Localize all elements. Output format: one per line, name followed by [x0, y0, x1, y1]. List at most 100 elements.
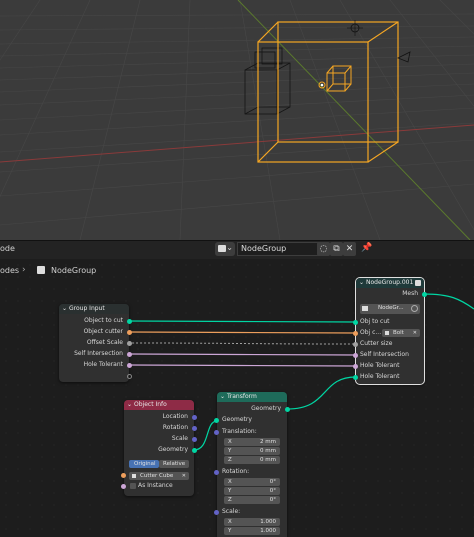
socket-label: Scale: [222, 508, 241, 515]
node-editor-header: ode ⌄ NodeGroup ◌ ⧉ ✕ 📌 [0, 240, 474, 259]
node-title: NodeGroup.001 [366, 279, 414, 286]
link-object-to-cut [127, 320, 357, 323]
node-title: Object Info [134, 401, 167, 408]
mode-relative-button[interactable]: Relative [159, 460, 189, 468]
translation-x-field[interactable]: X2 mm [224, 438, 280, 446]
node-editor-canvas[interactable]: odes › NodeGroup ⌄ Group Input Object to… [0, 259, 474, 537]
object-socket[interactable] [127, 330, 132, 335]
socket-label: Location [162, 413, 188, 420]
node-header[interactable]: ⌄ NodeGroup.001 [356, 278, 424, 288]
group-input-node[interactable]: ⌄ Group Input Object to cut Object cutte… [59, 304, 132, 382]
close-icon: ✕ [345, 244, 354, 254]
boolean-socket[interactable] [353, 353, 358, 358]
nodegroup-selector-field[interactable]: NodeGr... [360, 304, 420, 314]
editor-type-label[interactable]: ode [0, 244, 15, 253]
boolean-socket[interactable] [127, 352, 132, 357]
mode-original-button[interactable]: Original [129, 460, 159, 468]
viewport-scene [0, 0, 474, 240]
as-instance-checkbox[interactable] [130, 483, 136, 489]
link-objinfo-geometry [193, 420, 218, 451]
socket-label: Geometry [251, 405, 281, 412]
close-icon[interactable]: ✕ [182, 472, 186, 480]
nodegroup-browse-button[interactable]: ⌄ [215, 242, 235, 256]
socket-label: Scale [171, 435, 188, 442]
node-title: Group Input [69, 305, 105, 312]
boolean-socket[interactable] [127, 363, 132, 368]
chevron-down-icon: ⌄ [359, 279, 365, 286]
chevron-right-icon: › [22, 265, 26, 275]
socket-label: Rotation: [222, 468, 250, 475]
unlink-button[interactable]: ✕ [343, 242, 356, 256]
socket-label: Cutter size [360, 340, 393, 347]
geometry-socket[interactable] [192, 448, 197, 453]
socket-label: Obj to cut [360, 318, 390, 325]
translation-y-field[interactable]: Y0 mm [224, 447, 280, 455]
vector-socket[interactable] [214, 510, 219, 515]
geometry-socket[interactable] [422, 292, 427, 297]
chevron-down-icon: ⌄ [220, 393, 226, 400]
object-socket[interactable] [121, 473, 126, 478]
chevron-down-icon: ⌄ [226, 243, 233, 252]
empty-socket[interactable] [127, 374, 132, 379]
socket-label: Geometry [158, 446, 188, 453]
rotation-z-field[interactable]: Z 0° [224, 496, 280, 504]
scale-x-field[interactable]: X 1.000 [224, 518, 280, 526]
rotation-y-field[interactable]: Y 0° [224, 487, 280, 495]
geometry-socket[interactable] [353, 375, 358, 380]
socket-label: Hole Tolerant [360, 362, 400, 369]
object-icon [132, 474, 136, 478]
object-icon [385, 331, 389, 335]
close-icon[interactable]: ✕ [413, 329, 417, 337]
boolean-socket[interactable] [121, 484, 126, 489]
socket-label: Hole Tolerant [360, 373, 400, 380]
vector-socket[interactable] [192, 437, 197, 442]
socket-label: Hole Tolerant [83, 361, 123, 368]
breadcrumb-item-nodegroup[interactable]: NodeGroup [51, 266, 96, 275]
vector-socket[interactable] [192, 415, 197, 420]
link-transform-geometry [286, 376, 357, 410]
rotation-x-field[interactable]: X 0° [224, 478, 280, 486]
3d-viewport[interactable] [0, 0, 474, 240]
object-info-node[interactable]: ⌄ Object Info Location Rotation Scale Ge… [121, 400, 197, 496]
vector-socket[interactable] [214, 430, 219, 435]
socket-label: Mesh [402, 290, 418, 297]
scale-y-field[interactable]: Y 1.000 [224, 527, 280, 535]
vector-socket[interactable] [214, 470, 219, 475]
shield-icon[interactable] [411, 305, 418, 312]
object-socket[interactable] [353, 331, 358, 336]
socket-label: Offset Scale [86, 339, 123, 346]
geometry-socket[interactable] [353, 320, 358, 325]
float-socket[interactable] [353, 342, 358, 347]
node-header[interactable]: ⌄ Transform [217, 392, 287, 402]
socket-label: Self Intersection [74, 350, 123, 357]
duplicate-button[interactable]: ⧉ [330, 242, 343, 256]
object-field[interactable]: Bolt ✕ [382, 329, 420, 337]
node-header[interactable]: ⌄ Object Info [124, 400, 194, 410]
fake-user-button[interactable]: ◌ [317, 242, 330, 256]
object-field[interactable]: Cutter Cube ✕ [129, 472, 189, 480]
nodegroup-name-field[interactable]: NodeGroup [237, 242, 327, 256]
chevron-down-icon: ⌄ [62, 305, 68, 312]
geometry-socket[interactable] [214, 418, 219, 423]
transform-node[interactable]: ⌄ Transform Geometry Geometry Translatio… [214, 392, 290, 537]
node-tree-icon [37, 266, 45, 274]
pin-icon[interactable]: 📌 [361, 243, 372, 253]
float-socket[interactable] [127, 341, 132, 346]
breadcrumb-item-nodes[interactable]: odes [0, 266, 19, 275]
node-tree-icon [218, 245, 226, 252]
link-offset-scale [127, 342, 357, 345]
socket-label: Self Intersection [360, 351, 409, 358]
node-header[interactable]: ⌄ Group Input [59, 304, 129, 314]
vector-socket[interactable] [192, 426, 197, 431]
nodegroup-001-node[interactable]: ⌄ NodeGroup.001 Mesh NodeGr... Obj to cu… [353, 277, 427, 385]
link-object-cutter [127, 331, 357, 334]
geometry-socket[interactable] [127, 319, 132, 324]
boolean-socket[interactable] [353, 364, 358, 369]
geometry-socket[interactable] [285, 407, 290, 412]
socket-label: Geometry [222, 416, 252, 423]
node-title: Transform [227, 393, 257, 400]
nodegroup-selector[interactable]: ⌄ NodeGroup ◌ ⧉ ✕ [215, 242, 356, 256]
translation-z-field[interactable]: Z0 mm [224, 456, 280, 464]
checkbox-label: As Instance [138, 482, 173, 489]
shield-icon: ◌ [319, 244, 328, 254]
